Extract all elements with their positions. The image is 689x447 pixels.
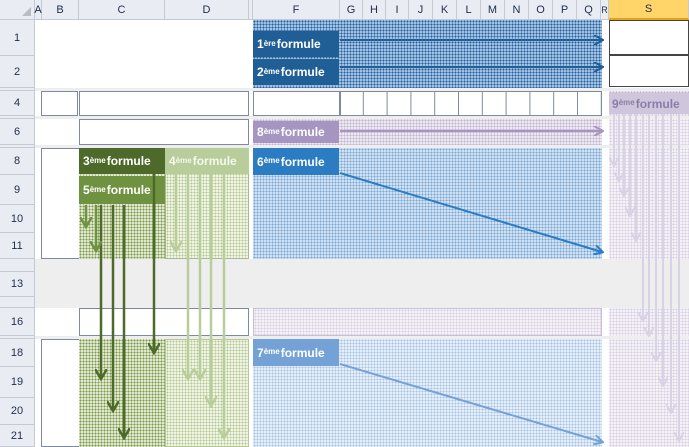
- arrows-overlay: [0, 0, 689, 447]
- spreadsheet: A B C D E F G H I J K L M N O P Q R S 1 …: [0, 0, 689, 447]
- arrows-formule-3: [101, 174, 154, 437]
- arrows-formule-5: [86, 205, 96, 250]
- arrow-formule-7: [339, 363, 602, 442]
- arrows-formule-4: [176, 174, 224, 437]
- arrows-formule-9: [614, 114, 679, 440]
- arrow-formule-6: [339, 172, 602, 252]
